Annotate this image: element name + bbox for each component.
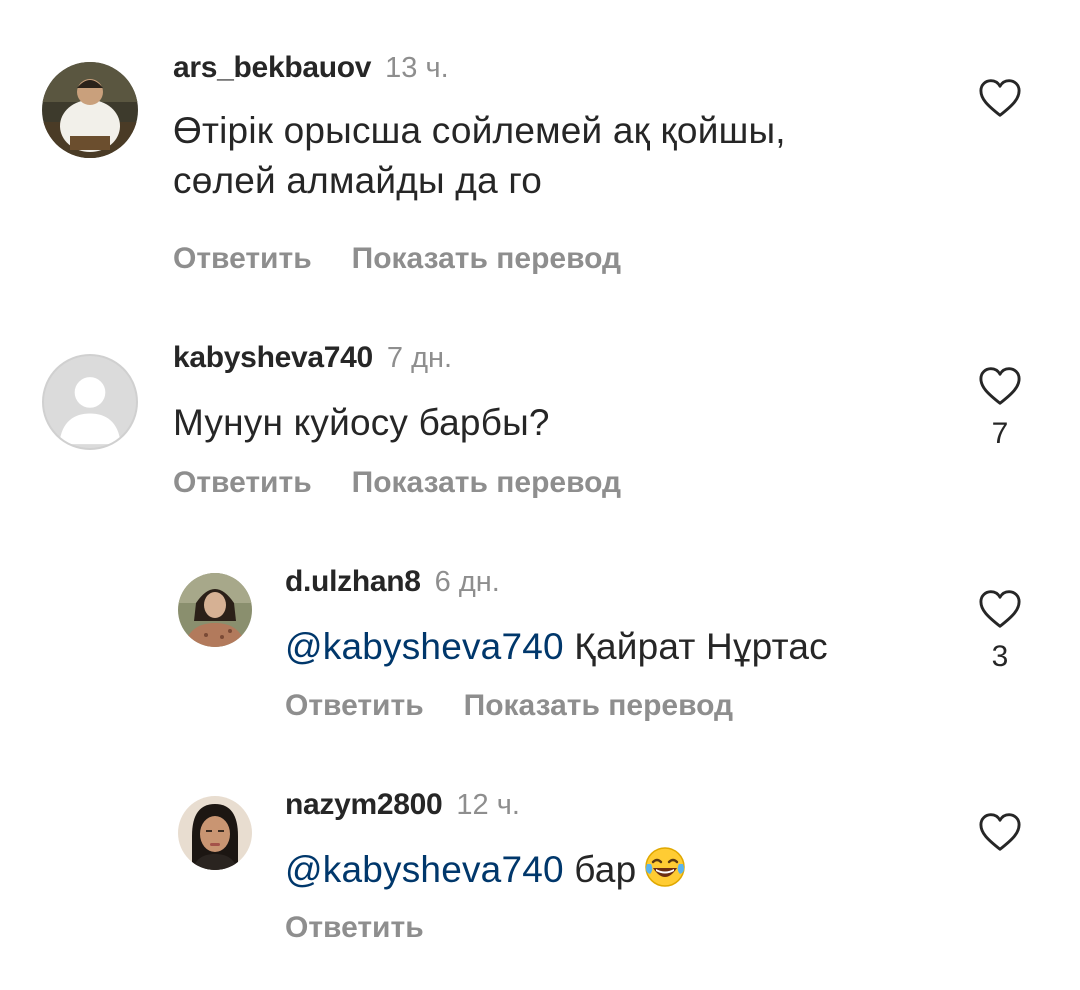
reply-button[interactable]: Ответить [285,911,424,944]
mention-link[interactable]: @kabysheva740 [285,626,564,667]
reply-text: бар [563,849,637,890]
username[interactable]: ars_bekbauov [173,51,371,84]
reply-button[interactable]: Ответить [285,689,424,722]
like-button[interactable] [970,812,1030,852]
like-button[interactable]: 3 [970,589,1030,675]
avatar[interactable] [178,796,252,870]
timestamp: 13 ч. [385,52,449,84]
comment-text: @kabysheva740 бар [285,845,686,901]
comment-text: Өтірік орысша сойлемей ақ қойшы, сөлей а… [173,106,786,206]
avatar[interactable] [178,573,252,647]
timestamp: 7 дн. [386,342,453,374]
like-button[interactable] [970,78,1030,118]
reply-button[interactable]: Ответить [173,242,312,275]
show-translation-button[interactable]: Показать перевод [352,242,621,275]
default-avatar-icon[interactable] [42,354,138,450]
comment-text-line: сөлей алмайды да го [173,160,543,201]
username[interactable]: d.ulzhan8 [285,565,421,598]
comment-text-line: Өтірік орысша сойлемей ақ қойшы, [173,110,786,151]
like-count: 3 [991,640,1009,673]
heart-outline-icon [979,367,1021,405]
face-with-tears-of-joy-emoji [644,846,686,901]
comment-text: @kabysheva740 Қайрат Нұртас [285,622,828,672]
mention-link[interactable]: @kabysheva740 [285,849,564,890]
like-button[interactable]: 7 [970,366,1030,452]
username[interactable]: kabysheva740 [173,341,373,374]
heart-outline-icon [979,79,1021,117]
like-count: 7 [991,417,1009,450]
heart-outline-icon [979,813,1021,851]
avatar[interactable] [42,62,138,158]
heart-outline-icon [979,590,1021,628]
show-translation-button[interactable]: Показать перевод [352,466,621,499]
reply-button[interactable]: Ответить [173,466,312,499]
reply-text: Қайрат Нұртас [563,626,828,667]
timestamp: 12 ч. [456,789,520,821]
timestamp: 6 дн. [434,566,500,598]
comment-text: Мунун куйосу барбы? [173,402,550,443]
show-translation-button[interactable]: Показать перевод [464,689,733,722]
username[interactable]: nazym2800 [285,788,443,821]
